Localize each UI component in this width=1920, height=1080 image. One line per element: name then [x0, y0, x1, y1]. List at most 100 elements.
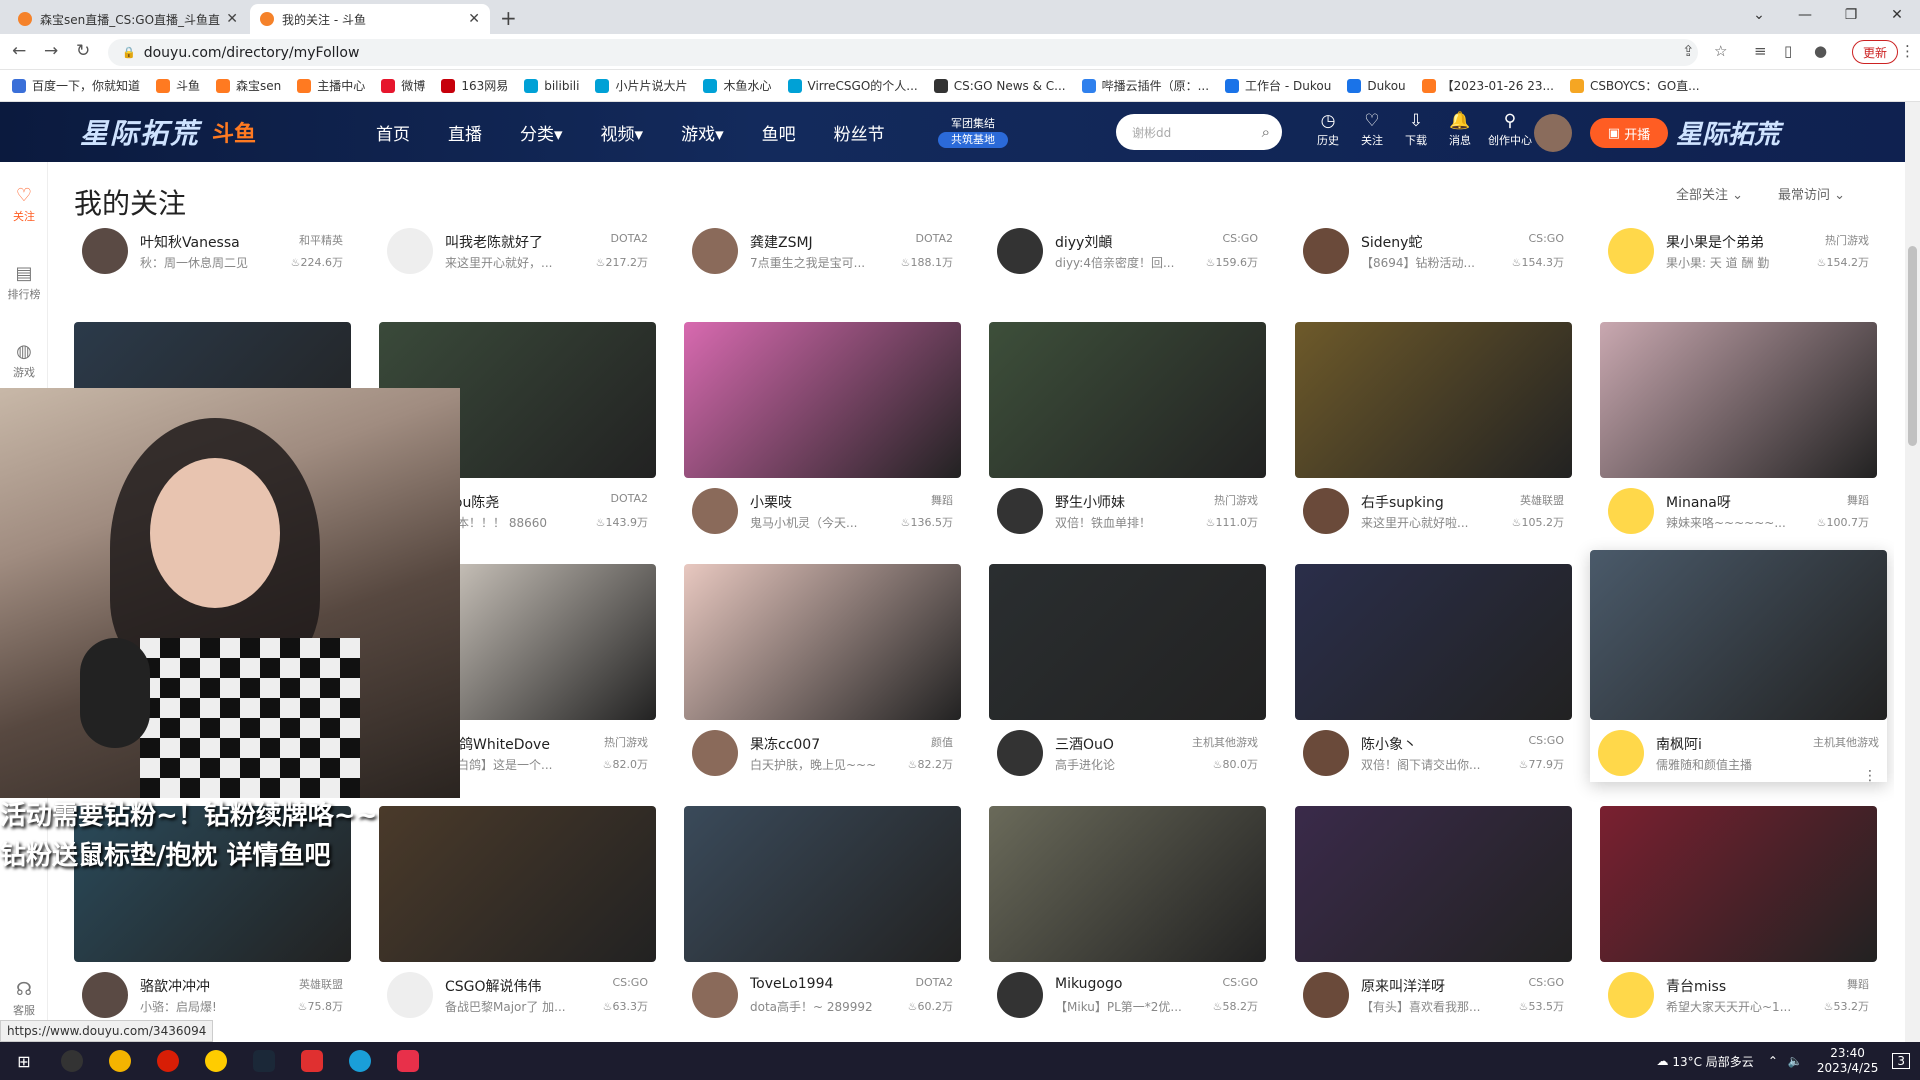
- bookmark-item[interactable]: CSBOYCS：GO直...: [1569, 77, 1700, 94]
- steam-icon[interactable]: [240, 1042, 288, 1080]
- chrome-icon[interactable]: [96, 1042, 144, 1080]
- streamer-avatar[interactable]: [692, 488, 738, 534]
- nav-home[interactable]: 首页: [376, 120, 410, 145]
- streamer-card[interactable]: 右手supking 英雄联盟来这里开心就好啦... 105.2万: [1295, 322, 1572, 540]
- new-tab-icon[interactable]: +: [500, 6, 517, 30]
- streamer-avatar[interactable]: [82, 972, 128, 1018]
- close-tab-icon[interactable]: ✕: [226, 11, 238, 27]
- browser-tab[interactable]: 森宝sen直播_CS:GO直播_斗鱼直播 ✕: [8, 4, 248, 34]
- restore-icon[interactable]: ❐: [1828, 0, 1874, 30]
- nav-live[interactable]: 直播: [448, 120, 482, 145]
- sidebar-item-ranking[interactable]: ▤ 排行榜: [0, 262, 48, 302]
- bookmark-item[interactable]: Dukou: [1347, 78, 1406, 93]
- nav-category[interactable]: 分类▾: [520, 120, 563, 145]
- sidebar-item-service[interactable]: ☊ 客服: [0, 978, 48, 1018]
- nav-video[interactable]: 视频▾: [601, 120, 644, 145]
- browser-tab-active[interactable]: 我的关注 - 斗鱼 ✕: [250, 4, 490, 34]
- streamer-card[interactable]: 原来叫洋洋呀 CS:GO 【有头】喜欢看我那... 53.5万: [1295, 806, 1572, 1024]
- netease-music-icon[interactable]: [144, 1042, 192, 1080]
- side-panel-icon[interactable]: ▯: [1784, 42, 1792, 60]
- streamer-avatar[interactable]: [692, 972, 738, 1018]
- more-options-icon[interactable]: ⋮: [1863, 768, 1877, 784]
- streamer-avatar[interactable]: [1598, 730, 1644, 776]
- streamer-avatar[interactable]: [1303, 972, 1349, 1018]
- profile-icon[interactable]: ●: [1814, 42, 1827, 60]
- bookmark-item[interactable]: 木鱼水心: [703, 77, 772, 94]
- reload-icon[interactable]: ↻: [76, 41, 90, 61]
- streamer-card[interactable]: ToveLo1994 DOTA2 dota高手！~ 289992 60.2万: [684, 806, 961, 1024]
- stream-thumbnail[interactable]: [684, 322, 961, 478]
- windows-start-icon[interactable]: ⊞: [0, 1042, 48, 1080]
- streamer-card[interactable]: 小栗吱 舞蹈鬼马小机灵（今天... 136.5万: [684, 322, 961, 540]
- app-red-icon[interactable]: [288, 1042, 336, 1080]
- streamer-card[interactable]: 南枫阿i 主机其他游戏 儒雅随和颜值主播 ⋮: [1590, 550, 1887, 784]
- stream-thumbnail[interactable]: [989, 322, 1266, 478]
- share-icon[interactable]: ⇪: [1682, 42, 1695, 60]
- nav-fan-festival[interactable]: 粉丝节: [834, 120, 885, 145]
- bookmark-item[interactable]: 【2023-01-26 23...: [1421, 77, 1554, 94]
- streamer-card[interactable]: Minana呀 舞蹈辣妹来咯~~~~~~... 100.7万: [1600, 322, 1877, 540]
- weather-text[interactable]: 13°C 局部多云: [1672, 1053, 1753, 1070]
- update-button[interactable]: 更新: [1852, 40, 1899, 64]
- streamer-avatar[interactable]: [1608, 488, 1654, 534]
- scrollbar-track[interactable]: [1905, 102, 1920, 1042]
- streamer-avatar[interactable]: [997, 972, 1043, 1018]
- bookmark-item[interactable]: 森宝sen: [216, 77, 281, 94]
- stream-thumbnail[interactable]: [1295, 806, 1572, 962]
- stream-thumbnail[interactable]: [1600, 806, 1877, 962]
- streamer-avatar[interactable]: [997, 730, 1043, 776]
- stream-thumbnail[interactable]: [684, 806, 961, 962]
- user-avatar[interactable]: [1534, 114, 1572, 152]
- bookmark-item[interactable]: bilibili: [524, 78, 579, 93]
- streamer-card[interactable]: 叶知秋Vanessa 和平精英秋：周一休息周二见 224.6万: [74, 228, 351, 280]
- streamer-avatar[interactable]: [1303, 488, 1349, 534]
- stream-thumbnail[interactable]: [1590, 550, 1887, 720]
- stream-thumbnail[interactable]: [1295, 322, 1572, 478]
- creator-center-button[interactable]: ⚲ 创作中心: [1482, 110, 1538, 148]
- app-blue-icon[interactable]: [336, 1042, 384, 1080]
- minimize-icon[interactable]: —: [1782, 0, 1828, 30]
- sidebar-item-game[interactable]: ◍ 游戏: [0, 340, 48, 380]
- filter-all-dropdown[interactable]: 全部关注 ⌄: [1676, 184, 1743, 203]
- nav-yuba[interactable]: 鱼吧: [762, 120, 796, 145]
- army-event-badge[interactable]: 军团集结 共筑基地: [938, 116, 1008, 148]
- streamer-avatar[interactable]: [1303, 730, 1349, 776]
- bookmark-item[interactable]: 斗鱼: [156, 77, 200, 94]
- url-input[interactable]: 🔒 douyu.com/directory/myFollow: [108, 39, 1698, 66]
- streamer-avatar[interactable]: [1303, 228, 1349, 274]
- streamer-avatar[interactable]: [1608, 972, 1654, 1018]
- streamer-card[interactable]: 果冻cc007 颜值白天护肤，晚上见~~~ 82.2万: [684, 564, 961, 782]
- history-button[interactable]: ◷ 历史: [1306, 110, 1350, 148]
- webcam-overlay-video[interactable]: [0, 388, 460, 798]
- menu-icon[interactable]: ⋮: [1900, 42, 1915, 60]
- streamer-avatar[interactable]: [997, 228, 1043, 274]
- speaker-icon[interactable]: 🔈: [1788, 1054, 1803, 1068]
- go-live-button[interactable]: ▣ 开播: [1590, 118, 1668, 148]
- clock[interactable]: 23:40 2023/4/25: [1817, 1046, 1879, 1076]
- bookmark-item[interactable]: 百度一下，你就知道: [12, 77, 140, 94]
- streamer-avatar[interactable]: [997, 488, 1043, 534]
- streamer-avatar[interactable]: [692, 228, 738, 274]
- streamer-card[interactable]: Mikugogo CS:GO 【Miku】PL第一*2优... 58.2万: [989, 806, 1266, 1024]
- bookmark-star-icon[interactable]: ☆: [1714, 42, 1727, 60]
- bookmark-item[interactable]: 小片片说大片: [595, 77, 687, 94]
- forward-icon[interactable]: →: [44, 41, 58, 61]
- search-input[interactable]: 谢彬dd ⌕: [1116, 114, 1282, 150]
- app-yellow-icon[interactable]: [192, 1042, 240, 1080]
- back-icon[interactable]: ←: [12, 41, 26, 61]
- sort-recent-dropdown[interactable]: 最常访问 ⌄: [1778, 184, 1845, 203]
- app-pink-icon[interactable]: [384, 1042, 432, 1080]
- close-window-icon[interactable]: ✕: [1874, 0, 1920, 30]
- bookmark-item[interactable]: 哔播云插件（原：...: [1081, 77, 1209, 94]
- bookmark-item[interactable]: 主播中心: [297, 77, 365, 94]
- bookmark-item[interactable]: 工作台 - Dukou: [1225, 77, 1331, 94]
- stream-thumbnail[interactable]: [684, 564, 961, 720]
- message-button[interactable]: 🔔 消息: [1438, 110, 1482, 148]
- follow-button[interactable]: ♡ 关注: [1350, 110, 1394, 148]
- stream-thumbnail[interactable]: [1295, 564, 1572, 720]
- site-logo[interactable]: 星际拓荒 斗鱼: [80, 108, 320, 156]
- streamer-avatar[interactable]: [387, 228, 433, 274]
- streamer-card[interactable]: 青台miss 舞蹈希望大家天天开心~1... 53.2万: [1600, 806, 1877, 1024]
- streamer-avatar[interactable]: [1608, 228, 1654, 274]
- streamer-card[interactable]: Sideny蛇 CS:GO 【8694】钻粉活动... 154.3万: [1295, 228, 1572, 280]
